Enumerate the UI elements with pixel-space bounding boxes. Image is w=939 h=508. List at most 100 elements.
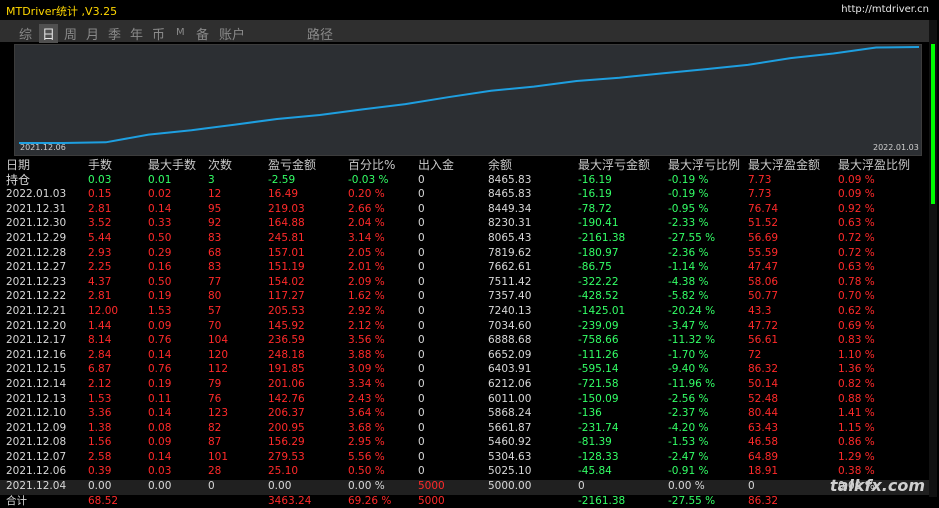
cell-max-lots: 0.14 — [148, 202, 172, 215]
cell-lots: 2.12 — [88, 377, 112, 390]
table-row[interactable]: 2021.12.13 1.53 0.11 76 142.76 2.43 % 0 6011.00… — [6, 392, 918, 407]
cell-max-float-loss-pct: -2.36 % — [668, 246, 709, 259]
table-row[interactable]: 2021.12.23 4.37 0.50 77 154.02 2.09 % 0 7511.42… — [6, 275, 918, 290]
cell-max-float-loss: -595.14 — [578, 363, 619, 376]
table-row[interactable]: 2021.12.07 2.58 0.14 101 279.53 5.56 % 0 5304.6… — [6, 450, 918, 465]
cell-max-float-loss-pct: -5.82 % — [668, 290, 709, 303]
cell-trades: 79 — [208, 377, 222, 390]
tab-currency[interactable]: 币 — [152, 24, 165, 43]
scrollbar-thumb[interactable] — [931, 44, 935, 204]
cell-deposit: 0 — [418, 202, 425, 215]
table-row[interactable]: 2021.12.27 2.25 0.16 83 151.19 2.01 % 0 7662.61… — [6, 260, 918, 275]
table-row[interactable]: 2021.12.29 5.44 0.50 83 245.81 3.14 % 0 8065.43… — [6, 231, 918, 246]
cell-percent: 2.43 % — [348, 392, 385, 405]
cell-trades: 3 — [208, 173, 215, 186]
tab-day[interactable]: 日 — [39, 24, 59, 43]
cell-max-lots: 0.14 — [148, 348, 172, 361]
cell-max-float-loss: -428.52 — [578, 290, 619, 303]
table-row[interactable]: 2022.01.03 0.15 0.02 12 16.49 0.20 % 0 8465.83 -… — [6, 187, 918, 202]
website-link[interactable]: http://mtdriver.cn — [841, 4, 929, 15]
cell-max-float-profit-pct: 最大浮盈比例 — [838, 158, 911, 172]
cell-percent: 2.95 % — [348, 436, 385, 449]
cell-percent: 3.56 % — [348, 334, 385, 347]
table-row[interactable]: 2021.12.21 12.00 1.53 57 205.53 2.92 % 0 7240.1… — [6, 304, 918, 319]
cell-pnl: 156.29 — [268, 436, 305, 449]
table-row[interactable]: 2021.12.14 2.12 0.19 79 201.06 3.34 % 0 6212.06… — [6, 377, 918, 392]
table-row-holding[interactable]: 持仓 0.03 0.01 3 -2.59 -0.03 % 0 8465.83 -16.19 -0.… — [6, 173, 918, 188]
cell-balance: 5304.63 — [488, 450, 532, 463]
tab-m[interactable]: M — [176, 27, 185, 38]
table-row[interactable]: 2021.12.28 2.93 0.29 68 157.01 2.05 % 0 7819.62… — [6, 246, 918, 261]
cell-deposit: 0 — [418, 188, 425, 201]
cell-balance: 8449.34 — [488, 202, 532, 215]
tab-path[interactable]: 路径 — [307, 24, 333, 43]
cell-max-float-profit: 18.91 — [748, 465, 779, 478]
cell-date: 2021.12.28 — [6, 246, 67, 259]
cell-percent: 3.34 % — [348, 377, 385, 390]
cell-max-float-loss-pct: -3.47 % — [668, 319, 709, 332]
cell-pnl: 盈亏金额 — [268, 158, 317, 172]
cell-date: 2021.12.29 — [6, 231, 67, 244]
cell-max-float-profit: 80.44 — [748, 407, 779, 420]
table-row[interactable]: 2021.12.17 8.14 0.76 104 236.59 3.56 % 0 6888.6… — [6, 333, 918, 348]
chart-x-start-label: 2021.12.06 — [20, 143, 66, 152]
cell-date: 2022.01.03 — [6, 188, 67, 201]
window-title: MTDriver统计 ,V3.25 — [6, 5, 118, 18]
cell-max-float-profit-pct: 1.15 % — [838, 421, 875, 434]
cell-max-float-loss: -721.58 — [578, 377, 619, 390]
table-row[interactable]: 2021.12.10 3.36 0.14 123 206.37 3.64 % 0 5868.2… — [6, 406, 918, 421]
cell-balance: 7357.40 — [488, 290, 532, 303]
cell-max-lots: 0.50 — [148, 275, 172, 288]
table-row[interactable]: 2021.12.08 1.56 0.09 87 156.29 2.95 % 0 5460.92… — [6, 435, 918, 450]
cell-max-float-profit: 50.14 — [748, 377, 779, 390]
tab-summary[interactable]: 综 — [19, 24, 32, 43]
table-row[interactable]: 2021.12.06 0.39 0.03 28 25.10 0.50 % 0 5025.10 -… — [6, 464, 918, 479]
tab-year[interactable]: 年 — [130, 24, 143, 43]
table-row[interactable]: 2021.12.31 2.81 0.14 95 219.03 2.66 % 0 8449.34… — [6, 202, 918, 217]
tab-week[interactable]: 周 — [64, 24, 77, 43]
cell-max-lots: 0.76 — [148, 363, 172, 376]
daily-stats-table: 日期 手数 最大手数 次数 盈亏金额 百分比% 出入金 余额 最大浮亏金额 最大浮亏比例 最大浮盈金… — [6, 158, 918, 508]
tab-account[interactable]: 账户 — [219, 24, 245, 43]
cell-max-float-loss: -231.74 — [578, 421, 619, 434]
table-row[interactable]: 2021.12.09 1.38 0.08 82 200.95 3.68 % 0 5661.87… — [6, 421, 918, 436]
cell-lots: 1.38 — [88, 421, 112, 434]
tab-quarter[interactable]: 季 — [108, 24, 121, 43]
cell-lots: 2.58 — [88, 450, 112, 463]
cell-max-float-profit-pct: 0.82 % — [838, 377, 875, 390]
cell-deposit: 0 — [418, 261, 425, 274]
cell-deposit: 0 — [418, 275, 425, 288]
cell-trades: 0 — [208, 480, 215, 493]
cell-max-float-loss: -190.41 — [578, 217, 619, 230]
table-row[interactable]: 2021.12.30 3.52 0.33 92 164.88 2.04 % 0 8230.31… — [6, 216, 918, 231]
table-row[interactable]: 2021.12.04 0.00 0.00 0 0.00 0.00 % 5000 5000.00… — [6, 479, 918, 494]
table-row[interactable]: 2021.12.22 2.81 0.19 80 117.27 1.62 % 0 7357.40… — [6, 289, 918, 304]
tab-month[interactable]: 月 — [86, 24, 99, 43]
table-row[interactable]: 2021.12.20 1.44 0.09 70 145.92 2.12 % 0 7034.60… — [6, 319, 918, 334]
equity-chart-svg — [19, 46, 920, 144]
cell-trades — [208, 494, 268, 508]
tab-backup[interactable]: 备 — [196, 24, 209, 43]
cell-lots: 6.87 — [88, 363, 112, 376]
cell-max-float-profit-pct: 0.09 % — [838, 173, 875, 186]
table-row[interactable]: 2021.12.16 2.84 0.14 120 248.18 3.88 % 0 6652.0… — [6, 348, 918, 363]
cell-deposit: 0 — [418, 173, 425, 186]
cell-percent: 百分比% — [348, 158, 396, 172]
cell-max-float-loss-pct: -1.14 % — [668, 261, 709, 274]
table-header-row[interactable]: 日期 手数 最大手数 次数 盈亏金额 百分比% 出入金 余额 最大浮亏金额 最大浮亏比例 最大浮盈金… — [6, 158, 918, 173]
cell-pnl: 245.81 — [268, 231, 305, 244]
cell-trades: 82 — [208, 421, 222, 434]
cell-max-float-profit: 52.48 — [748, 392, 779, 405]
cell-balance — [488, 494, 578, 508]
cell-lots: 2.81 — [88, 202, 112, 215]
cell-date: 2021.12.23 — [6, 275, 67, 288]
table-row-total[interactable]: 合计 68.52 3463.24 69.26 % 5000 -2161.38 -27.55 … — [6, 494, 918, 508]
cell-balance: 8065.43 — [488, 231, 532, 244]
cell-pnl: 164.88 — [268, 217, 305, 230]
cell-max-float-profit-pct — [838, 494, 918, 508]
table-row[interactable]: 2021.12.15 6.87 0.76 112 191.85 3.09 % 0 6403.9… — [6, 362, 918, 377]
cell-pnl: 154.02 — [268, 275, 305, 288]
cell-max-float-profit-pct: 0.83 % — [838, 334, 875, 347]
cell-balance: 7240.13 — [488, 304, 532, 317]
cell-max-float-profit: 0 — [748, 480, 755, 493]
